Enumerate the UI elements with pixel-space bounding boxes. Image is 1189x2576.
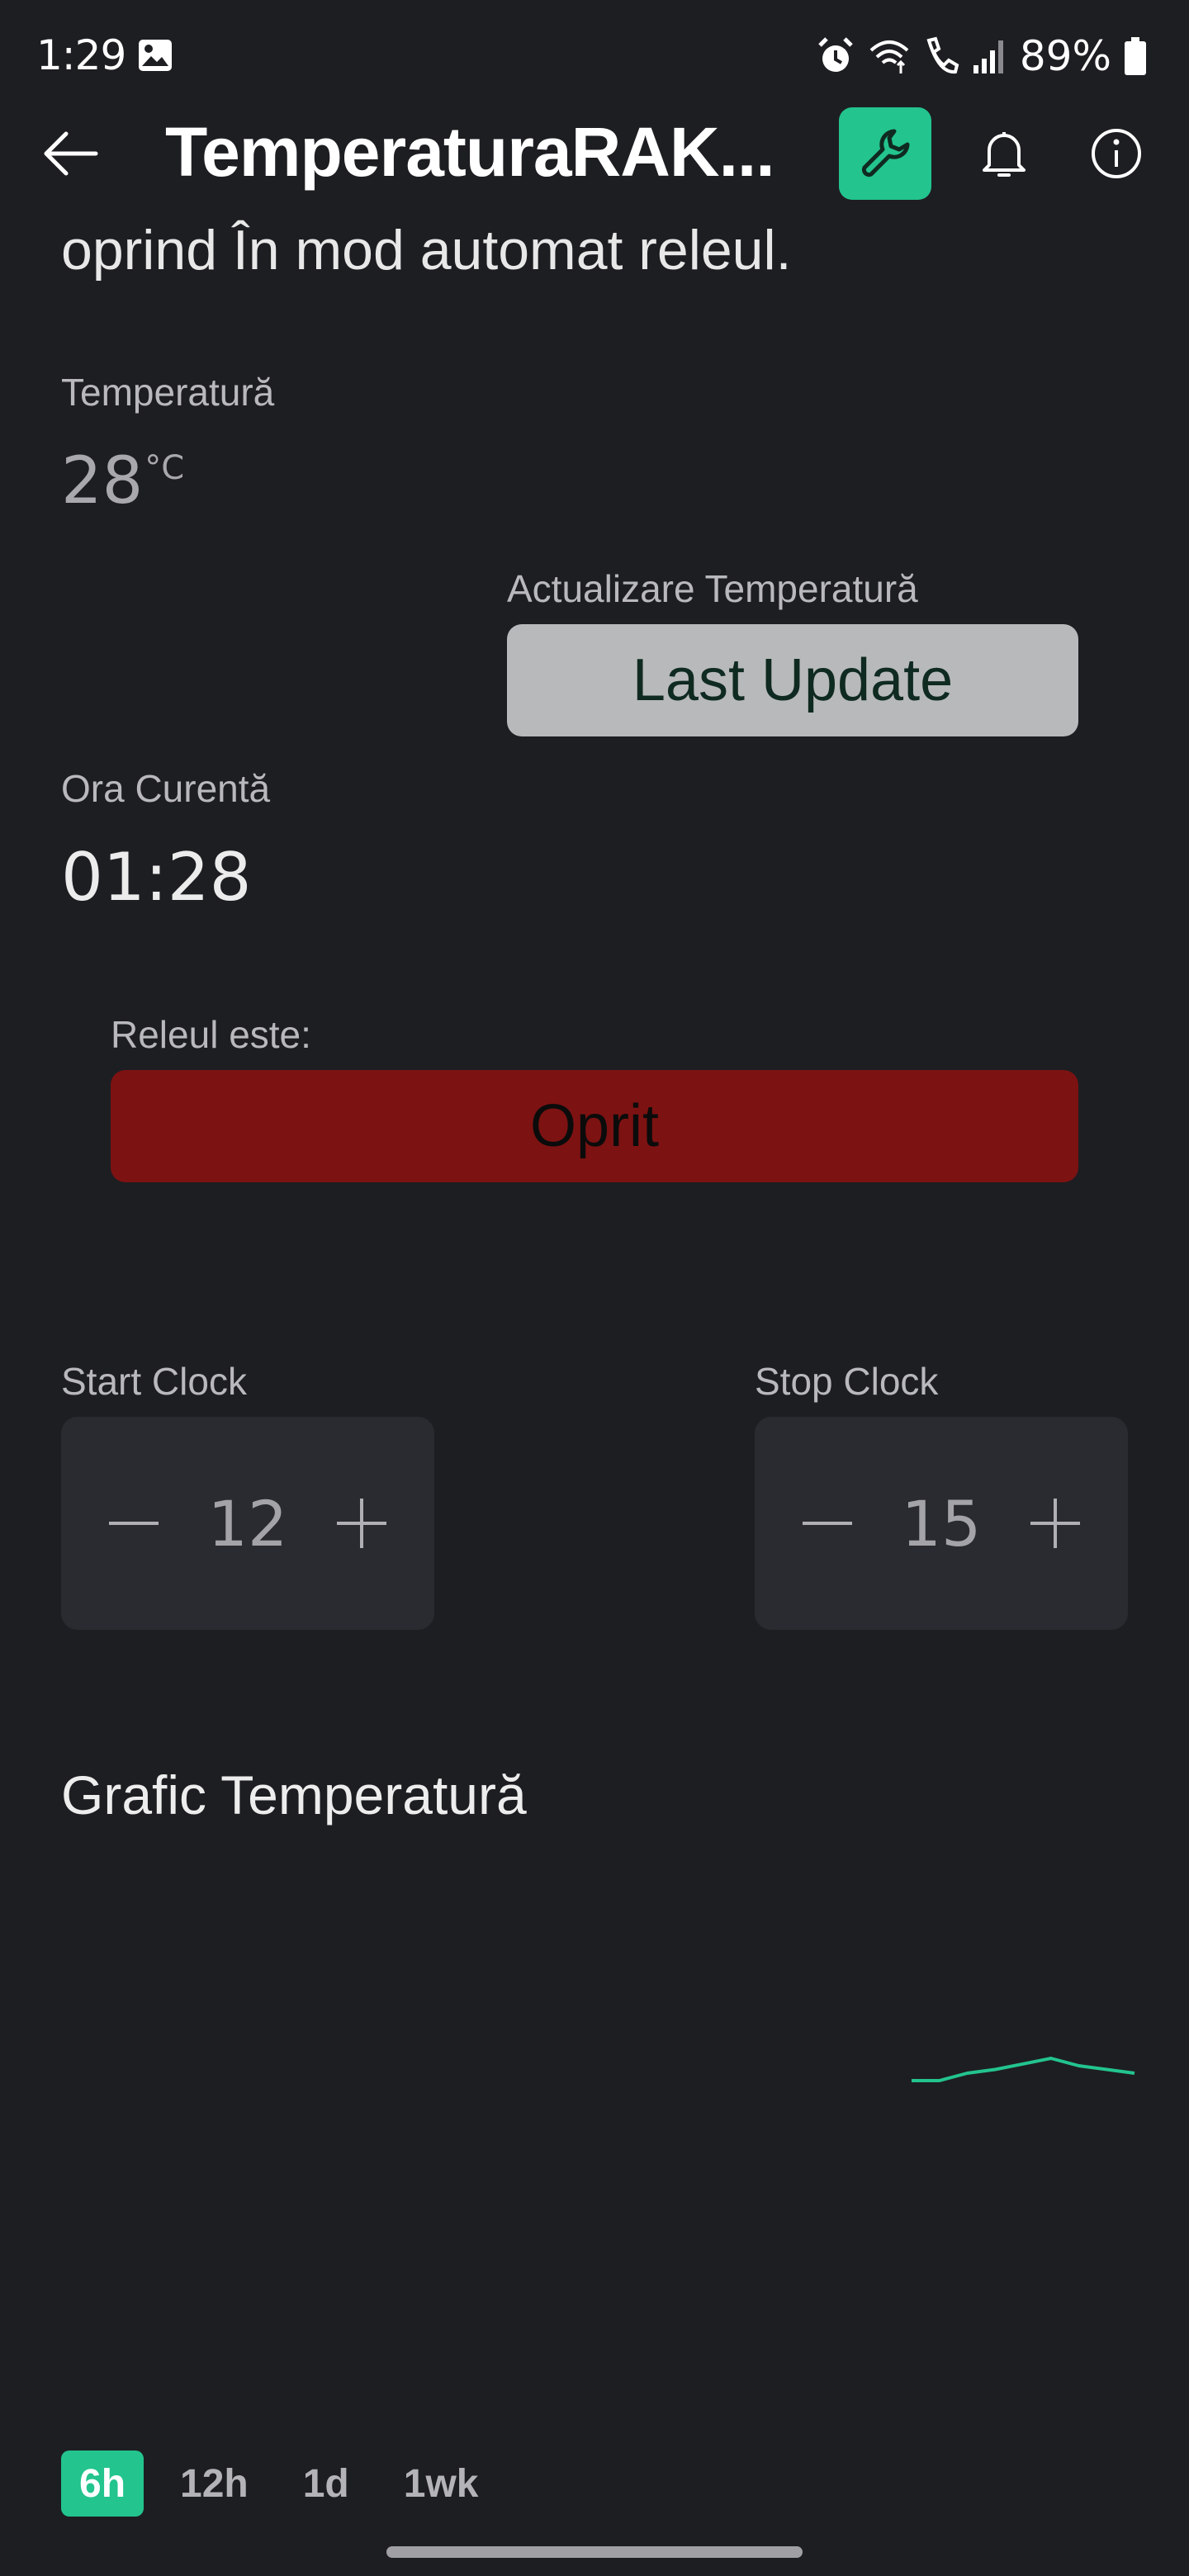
status-time: 1:29: [36, 31, 126, 79]
alarm-icon: [818, 37, 853, 72]
range-tab-12h[interactable]: 12h: [162, 2451, 267, 2517]
image-icon: [139, 40, 172, 71]
current-time-value: 01:28: [61, 839, 252, 916]
settings-button[interactable]: [839, 107, 931, 200]
start-clock-decrement-button[interactable]: [107, 1497, 160, 1550]
chart-title: Grafic Temperatură: [61, 1764, 527, 1825]
current-time-label: Ora Curentă: [61, 767, 271, 810]
relay-status-badge: Oprit: [111, 1070, 1078, 1182]
stop-clock-stepper: 15: [755, 1417, 1128, 1630]
temperature-series-line: [912, 2057, 1135, 2082]
temperature-label: Temperatură: [61, 371, 275, 414]
battery-icon: [1125, 37, 1146, 75]
last-update-button[interactable]: Last Update: [507, 624, 1078, 736]
page-title: TemperaturaRAK...: [165, 113, 775, 191]
call-icon: [926, 36, 959, 74]
back-button[interactable]: [43, 129, 99, 178]
description-text: oprind În mod automat releul.: [61, 219, 792, 282]
start-clock-label: Start Clock: [61, 1360, 247, 1403]
start-clock-increment-button[interactable]: [335, 1497, 388, 1550]
stop-clock-decrement-button[interactable]: [801, 1497, 854, 1550]
notifications-button[interactable]: [973, 122, 1035, 185]
start-clock-stepper: 12: [61, 1417, 434, 1630]
range-tab-1d[interactable]: 1d: [285, 2451, 367, 2517]
signal-icon: [973, 40, 1003, 73]
info-button[interactable]: [1085, 122, 1148, 185]
battery-percentage: 89%: [1019, 32, 1111, 80]
start-clock-value: 12: [207, 1486, 288, 1560]
temperature-unit: °C: [144, 449, 185, 487]
wrench-icon: [861, 129, 910, 178]
home-indicator[interactable]: [386, 2546, 803, 2558]
status-indicators: 89%: [815, 30, 1148, 83]
update-label: Actualizare Temperatură: [507, 567, 918, 610]
bell-icon: [983, 132, 1026, 177]
minus-icon: [109, 1522, 159, 1525]
stop-clock-increment-button[interactable]: [1029, 1497, 1082, 1550]
time-range-tabs: 6h 12h 1d 1wk: [61, 2451, 496, 2517]
stop-clock-value: 15: [901, 1486, 982, 1560]
back-arrow-icon: [44, 131, 98, 176]
minus-icon: [803, 1522, 852, 1525]
wifi-icon: [869, 40, 909, 73]
temperature-value: 28°C: [61, 444, 184, 519]
range-tab-6h[interactable]: 6h: [61, 2451, 144, 2517]
range-tab-1wk[interactable]: 1wk: [386, 2451, 497, 2517]
info-icon: [1092, 129, 1141, 178]
plus-icon: [1030, 1499, 1080, 1548]
temperature-number: 28: [61, 444, 144, 519]
temperature-chart[interactable]: [61, 1866, 1151, 2378]
relay-label: Releul este:: [111, 1013, 311, 1056]
plus-icon: [337, 1499, 386, 1548]
stop-clock-label: Stop Clock: [755, 1360, 939, 1403]
